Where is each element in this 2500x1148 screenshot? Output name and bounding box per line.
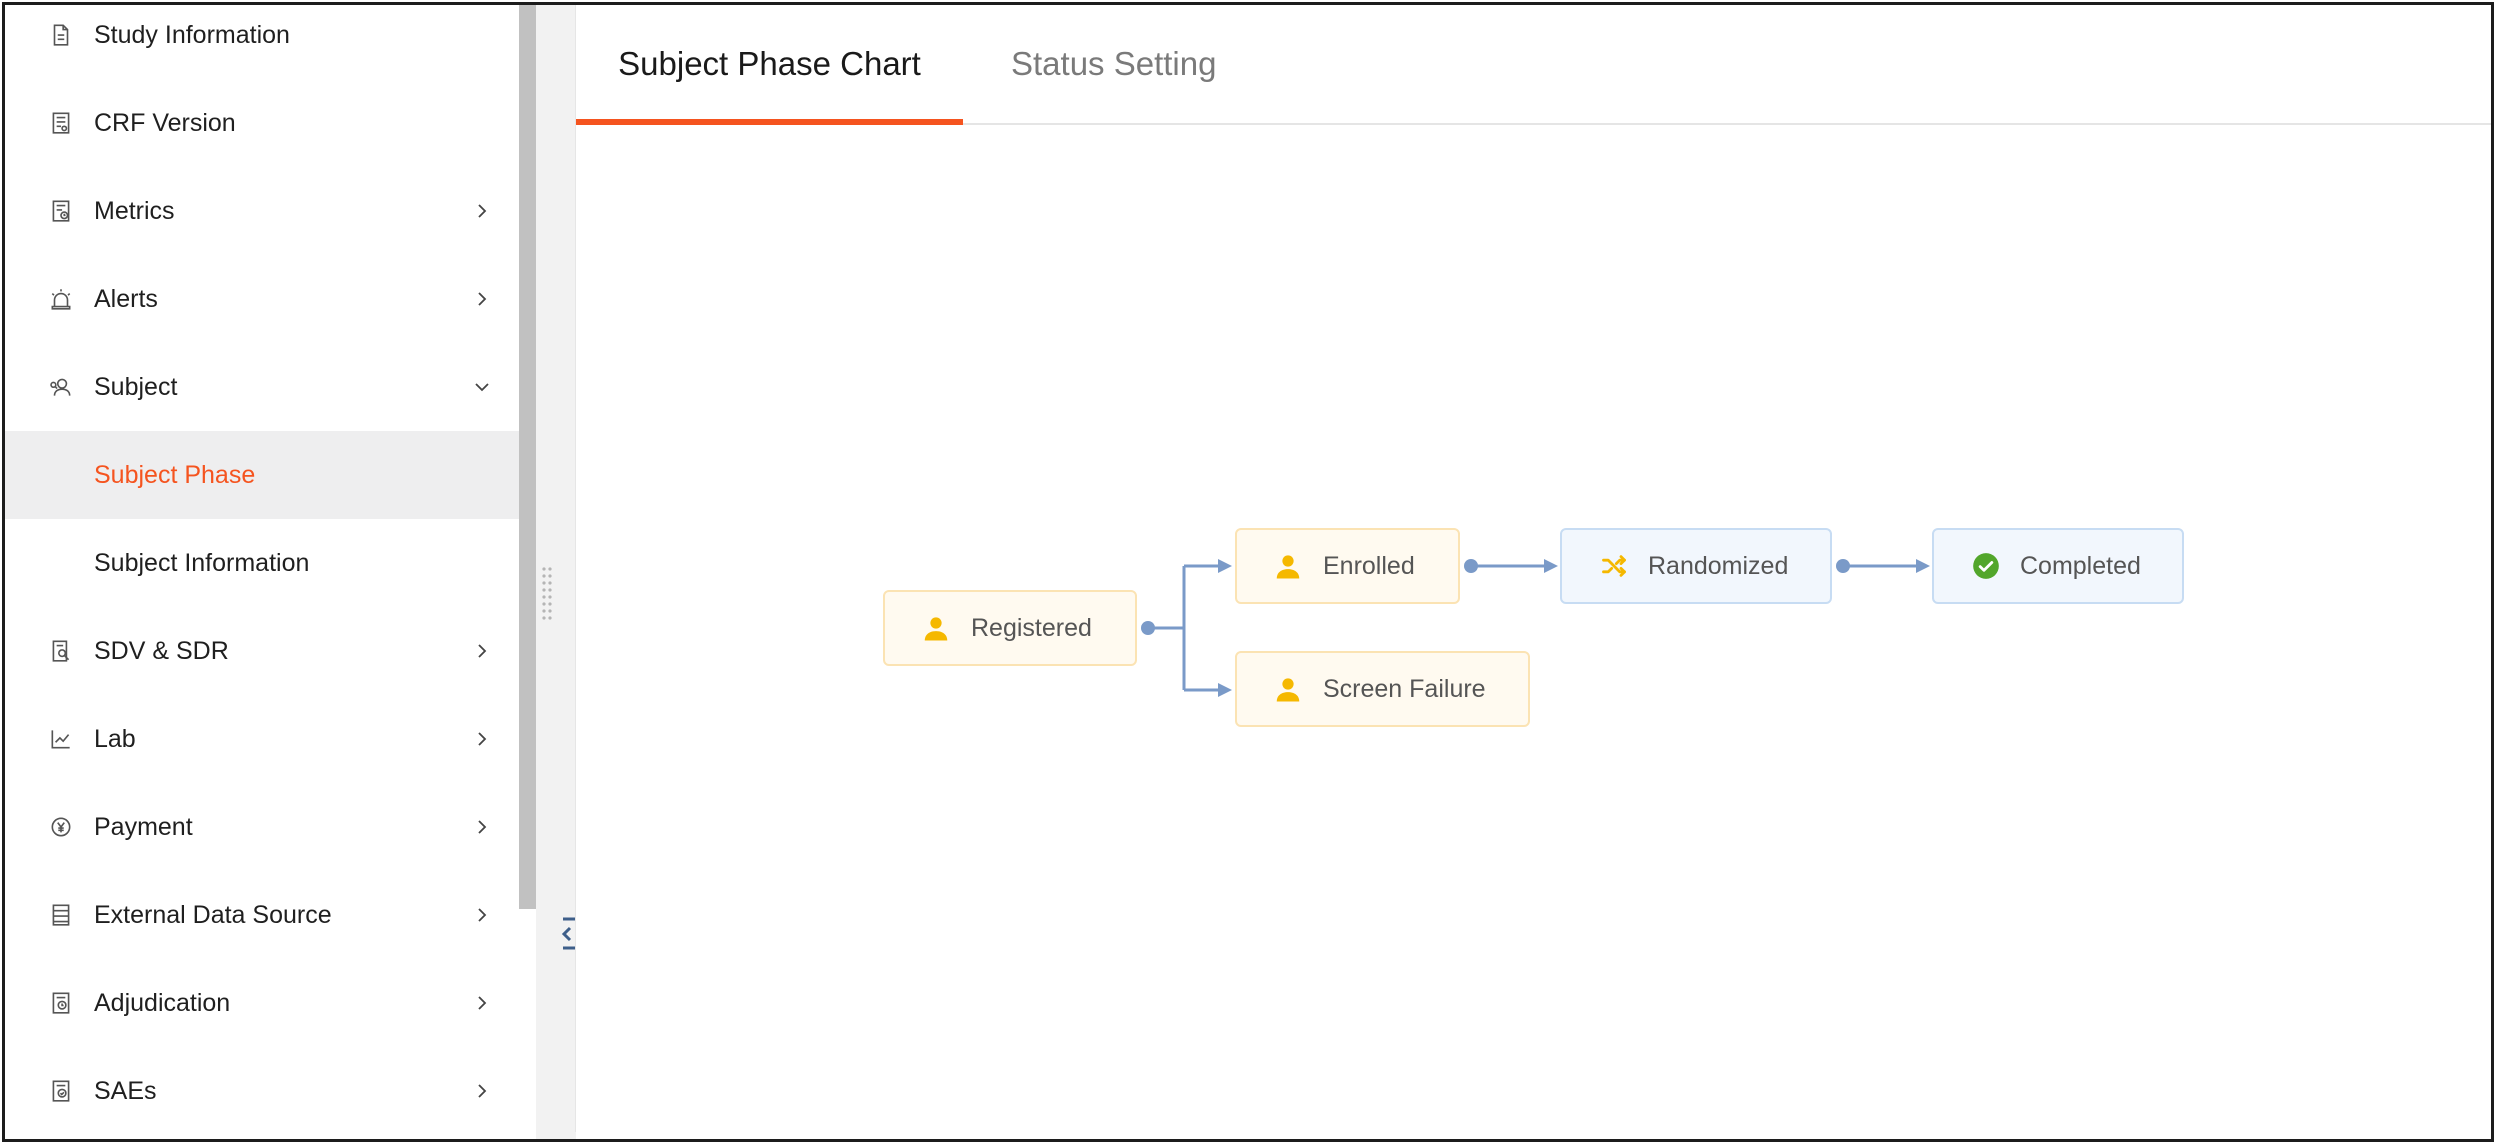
person-icon — [921, 613, 951, 643]
sidebar-nav: Study Information CRF Version Metrics Al… — [5, 5, 519, 1139]
sidebar-item-payment[interactable]: Payment — [5, 783, 519, 871]
chevron-right-icon — [471, 1080, 493, 1102]
sidebar-item-external-data-source[interactable]: External Data Source — [5, 871, 519, 959]
sidebar-item-label: SDV & SDR — [94, 636, 229, 665]
tab-bar: Subject Phase Chart Status Setting — [576, 5, 2491, 125]
chevron-right-icon — [471, 640, 493, 662]
document-icon — [47, 21, 75, 49]
person-icon — [1273, 551, 1303, 581]
main-content: Subject Phase Chart Status Setting Regis… — [576, 5, 2491, 1132]
sidebar-item-metrics[interactable]: Metrics — [5, 167, 519, 255]
phase-connectors — [1141, 559, 1930, 697]
phase-label: Enrolled — [1323, 551, 1415, 580]
arrowhead — [1218, 559, 1232, 573]
resize-handle[interactable] — [540, 565, 554, 625]
sidebar-item-label: Study Information — [94, 20, 290, 49]
form-version-icon — [47, 109, 75, 137]
chevron-right-icon — [471, 200, 493, 222]
phase-node-randomized[interactable]: Randomized — [1560, 528, 1832, 604]
chevron-right-icon — [471, 904, 493, 926]
sidebar-item-subject[interactable]: Subject — [5, 343, 519, 431]
app-window: Study Information CRF Version Metrics Al… — [2, 2, 2494, 1142]
arrowhead — [1916, 559, 1930, 573]
connector-dot — [1836, 559, 1850, 573]
sidebar-item-crf-version[interactable]: CRF Version — [5, 79, 519, 167]
arrowhead — [1218, 683, 1232, 697]
phase-label: Screen Failure — [1323, 674, 1486, 703]
sidebar-item-adjudication[interactable]: Adjudication — [5, 959, 519, 1047]
phase-node-completed[interactable]: Completed — [1932, 528, 2184, 604]
chevron-right-icon — [471, 816, 493, 838]
shuffle-icon — [1600, 552, 1628, 580]
sidebar-item-saes[interactable]: SAEs — [5, 1047, 519, 1135]
sidebar-item-label: Subject Phase — [94, 460, 256, 489]
phase-node-screen-failure[interactable]: Screen Failure — [1235, 651, 1530, 727]
sidebar-item-label: SAEs — [94, 1076, 157, 1105]
line-chart-icon — [47, 725, 75, 753]
document-check-icon — [47, 1077, 75, 1105]
chevron-right-icon — [471, 992, 493, 1014]
database-list-icon — [47, 901, 75, 929]
phase-flow-canvas: Registered Enrolled Screen Failure Rando… — [576, 125, 2491, 1130]
sidebar-item-lab[interactable]: Lab — [5, 695, 519, 783]
yen-coin-icon — [47, 813, 75, 841]
document-clock-icon — [47, 989, 75, 1017]
chevron-right-icon — [471, 728, 493, 750]
phase-node-enrolled[interactable]: Enrolled — [1235, 528, 1460, 604]
drag-dots-icon — [542, 567, 552, 620]
sidebar-item-label: Subject Information — [94, 548, 310, 577]
check-circle-icon — [1972, 552, 2000, 580]
sidebar-item-label: CRF Version — [94, 108, 236, 137]
sidebar-item-label: Alerts — [94, 284, 158, 313]
tab-subject-phase-chart[interactable]: Subject Phase Chart — [576, 5, 963, 125]
sidebar-item-label: Payment — [94, 812, 193, 841]
sidebar-item-subject-phase[interactable]: Subject Phase — [5, 431, 519, 519]
alarm-siren-icon — [47, 285, 75, 313]
phase-label: Completed — [2020, 551, 2141, 580]
user-search-icon — [47, 373, 75, 401]
phase-label: Registered — [971, 613, 1092, 642]
connector-dot — [1464, 559, 1478, 573]
tab-status-setting[interactable]: Status Setting — [1011, 5, 1216, 123]
sidebar-item-subject-information[interactable]: Subject Information — [5, 519, 519, 607]
sidebar-scrollbar[interactable] — [519, 5, 536, 909]
sidebar-item-label: Metrics — [94, 196, 175, 225]
sidebar-item-sdv-sdr[interactable]: SDV & SDR — [5, 607, 519, 695]
document-search-icon — [47, 637, 75, 665]
arrowhead — [1544, 559, 1558, 573]
sidebar-item-label: External Data Source — [94, 900, 332, 929]
sidebar-item-alerts[interactable]: Alerts — [5, 255, 519, 343]
chevron-right-icon — [471, 288, 493, 310]
chevron-down-icon — [471, 376, 493, 398]
person-icon — [1273, 674, 1303, 704]
sidebar-item-study-information[interactable]: Study Information — [5, 5, 519, 79]
sidebar-item-label: Adjudication — [94, 988, 231, 1017]
phase-label: Randomized — [1648, 551, 1789, 580]
metrics-report-icon — [47, 197, 75, 225]
phase-node-registered[interactable]: Registered — [883, 590, 1137, 666]
sidebar-item-label: Subject — [94, 372, 178, 401]
sidebar-item-label: Lab — [94, 724, 136, 753]
connector-dot — [1141, 621, 1155, 635]
